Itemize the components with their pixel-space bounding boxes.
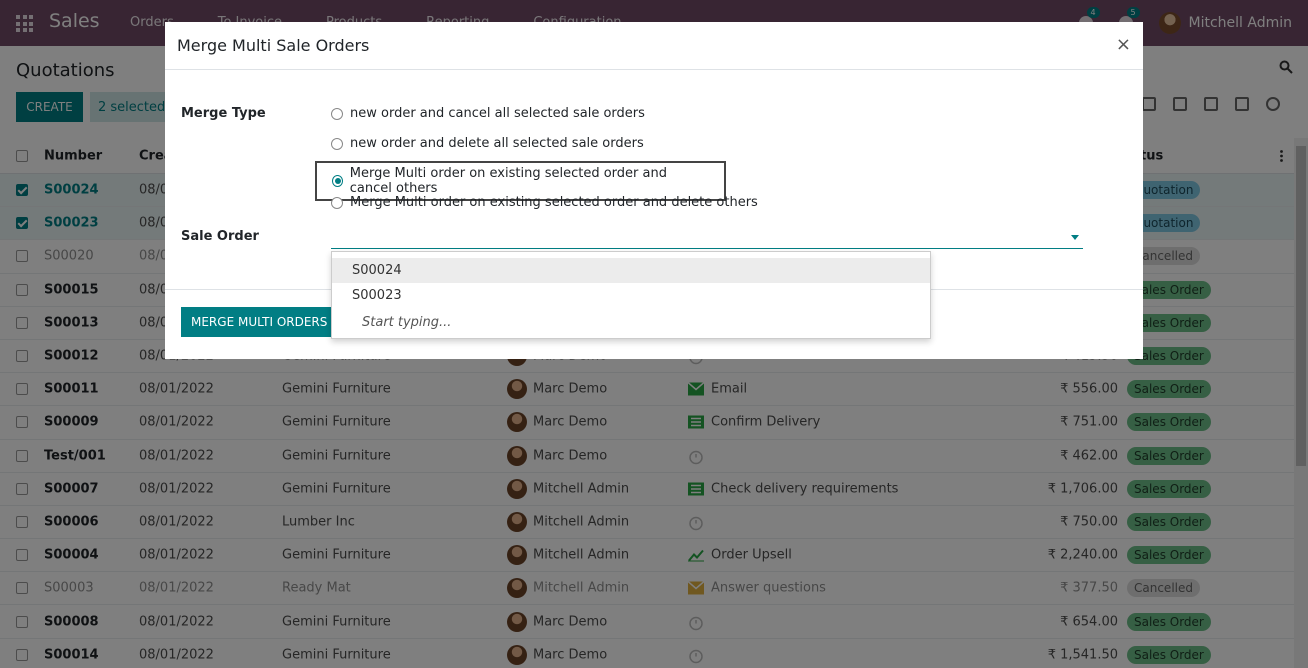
merge-option-2[interactable]: new order and delete all selected sale o… <box>331 136 644 151</box>
radio-button-selected[interactable] <box>332 175 343 187</box>
merge-type-label: Merge Type <box>181 106 266 121</box>
merge-option-1[interactable]: new order and cancel all selected sale o… <box>331 106 645 121</box>
dropdown-item-s00023[interactable]: S00023 <box>332 283 930 308</box>
sale-order-label: Sale Order <box>181 229 259 244</box>
radio-button[interactable] <box>331 107 343 120</box>
option-label: new order and cancel all selected sale o… <box>350 106 645 121</box>
close-button[interactable]: × <box>1116 34 1131 55</box>
dropdown-item-s00024[interactable]: S00024 <box>332 258 930 283</box>
radio-button[interactable] <box>331 196 343 209</box>
option-label: new order and delete all selected sale o… <box>350 136 644 151</box>
merge-option-4[interactable]: Merge Multi order on existing selected o… <box>331 195 758 210</box>
option-label: Merge Multi order on existing selected o… <box>350 195 758 210</box>
modal-header: Merge Multi Sale Orders × <box>165 22 1143 70</box>
chevron-down-icon[interactable] <box>1071 235 1079 240</box>
option-label: Merge Multi order on existing selected o… <box>349 166 667 196</box>
radio-button[interactable] <box>331 137 343 150</box>
sale-order-input[interactable] <box>331 222 1083 249</box>
dropdown-hint: Start typing... <box>362 314 452 330</box>
modal-title: Merge Multi Sale Orders <box>177 36 370 55</box>
sale-order-dropdown: S00024 S00023 Start typing... <box>331 251 931 339</box>
merge-multi-orders-button[interactable]: MERGE MULTI ORDERS <box>181 307 338 337</box>
